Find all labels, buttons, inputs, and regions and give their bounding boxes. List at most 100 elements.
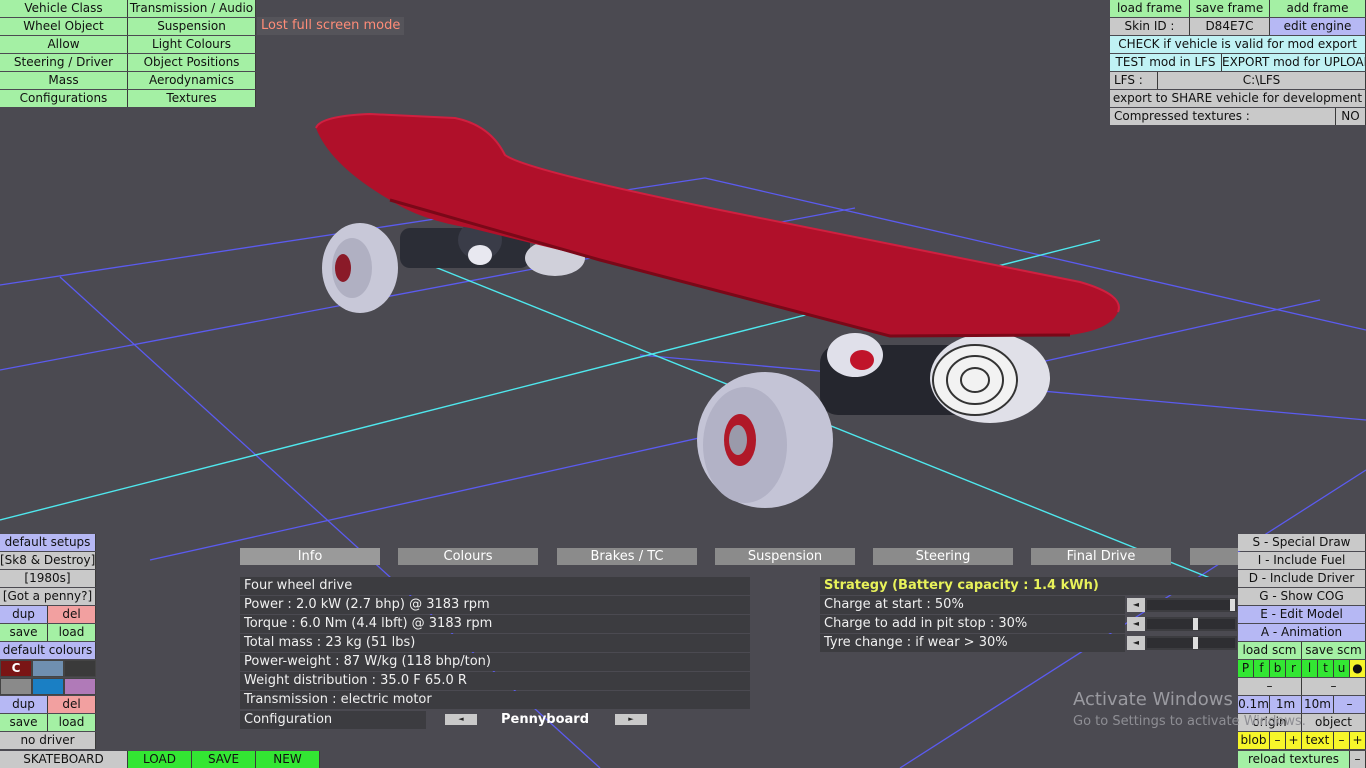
charge-at-start-slider[interactable]: ◄: [1127, 598, 1237, 612]
setup-del-button[interactable]: del: [48, 606, 96, 623]
view-b-toggle[interactable]: b: [1270, 660, 1286, 677]
object-button[interactable]: object: [1302, 714, 1366, 731]
reload-minus-button[interactable]: –: [1350, 751, 1366, 768]
setup-1980s[interactable]: [1980s]: [0, 570, 96, 587]
menu-allow[interactable]: Allow: [0, 36, 128, 53]
view-p-toggle[interactable]: P: [1238, 660, 1254, 677]
config-next-button[interactable]: ►: [615, 714, 647, 725]
menu-textures[interactable]: Textures: [128, 90, 256, 107]
menu-aerodynamics[interactable]: Aerodynamics: [128, 72, 256, 89]
slider-left-arrow[interactable]: ◄: [1127, 617, 1145, 631]
colour-swatch[interactable]: [32, 660, 64, 677]
load-vehicle-button[interactable]: LOAD: [128, 751, 192, 768]
export-mod-button[interactable]: EXPORT mod for UPLOAD: [1222, 54, 1366, 71]
slider-track[interactable]: [1147, 600, 1235, 610]
new-vehicle-button[interactable]: NEW: [256, 751, 320, 768]
tab-suspension[interactable]: Suspension: [715, 548, 855, 565]
zoom-minus-left[interactable]: –: [1238, 678, 1302, 695]
vehicle-name-button[interactable]: SKATEBOARD: [0, 751, 128, 768]
view-t-toggle[interactable]: t: [1318, 660, 1334, 677]
colour-swatch[interactable]: [32, 678, 64, 695]
default-colours-button[interactable]: default colours: [0, 642, 96, 659]
include-fuel-toggle[interactable]: I - Include Fuel: [1238, 552, 1366, 569]
save-frame-button[interactable]: save frame: [1190, 0, 1270, 17]
tab-colours[interactable]: Colours: [398, 548, 538, 565]
colour-swatch[interactable]: [64, 678, 96, 695]
colour-swatch[interactable]: [64, 660, 96, 677]
menu-object-positions[interactable]: Object Positions: [128, 54, 256, 71]
compressed-textures-toggle[interactable]: NO: [1336, 108, 1366, 125]
pit-charge-slider[interactable]: ◄: [1127, 617, 1237, 631]
zoom-minus-right[interactable]: –: [1302, 678, 1366, 695]
reload-textures-button[interactable]: reload textures: [1238, 751, 1350, 768]
test-mod-button[interactable]: TEST mod in LFS: [1110, 54, 1222, 71]
step-0-1m-button[interactable]: 0.1m: [1238, 696, 1270, 713]
menu-suspension[interactable]: Suspension: [128, 18, 256, 35]
special-draw-toggle[interactable]: S - Special Draw: [1238, 534, 1366, 551]
tab-final-drive[interactable]: Final Drive: [1031, 548, 1171, 565]
no-driver-button[interactable]: no driver: [0, 732, 96, 749]
include-driver-toggle[interactable]: D - Include Driver: [1238, 570, 1366, 587]
slider-track[interactable]: [1147, 638, 1235, 648]
view-r-toggle[interactable]: r: [1286, 660, 1302, 677]
view-u-toggle[interactable]: u: [1334, 660, 1350, 677]
text-minus-button[interactable]: –: [1334, 732, 1350, 749]
pit-charge-label: Charge to add in pit stop : 30%: [820, 615, 1125, 633]
menu-mass[interactable]: Mass: [0, 72, 128, 89]
text-plus-button[interactable]: +: [1350, 732, 1366, 749]
check-valid-button[interactable]: CHECK if vehicle is valid for mod export: [1110, 36, 1366, 53]
tab-more[interactable]: [1190, 548, 1238, 565]
tyre-change-slider[interactable]: ◄: [1127, 636, 1237, 650]
tab-brakes-tc[interactable]: Brakes / TC: [557, 548, 697, 565]
colour-dup-button[interactable]: dup: [0, 696, 48, 713]
config-prev-button[interactable]: ◄: [445, 714, 477, 725]
save-scm-button[interactable]: save scm: [1302, 642, 1366, 659]
menu-light-colours[interactable]: Light Colours: [128, 36, 256, 53]
menu-steering-driver[interactable]: Steering / Driver: [0, 54, 128, 71]
view-f-toggle[interactable]: f: [1254, 660, 1270, 677]
skin-id-value[interactable]: D84E7C: [1190, 18, 1270, 35]
edit-model-button[interactable]: E - Edit Model: [1238, 606, 1366, 623]
colour-load-button[interactable]: load: [48, 714, 96, 731]
slider-left-arrow[interactable]: ◄: [1127, 598, 1145, 612]
show-cog-toggle[interactable]: G - Show COG: [1238, 588, 1366, 605]
menu-transmission-audio[interactable]: Transmission / Audio: [128, 0, 256, 17]
view-dot-toggle[interactable]: ●: [1350, 660, 1366, 677]
slider-knob[interactable]: [1192, 637, 1198, 649]
animation-button[interactable]: A - Animation: [1238, 624, 1366, 641]
blob-plus-button[interactable]: +: [1286, 732, 1302, 749]
view-l-toggle[interactable]: l: [1302, 660, 1318, 677]
slider-left-arrow[interactable]: ◄: [1127, 636, 1145, 650]
step-10m-button[interactable]: 10m: [1302, 696, 1334, 713]
setup-sk8-destroy[interactable]: [Sk8 & Destroy]: [0, 552, 96, 569]
export-share-button[interactable]: export to SHARE vehicle for development: [1110, 90, 1366, 107]
colour-save-button[interactable]: save: [0, 714, 48, 731]
step-minus-button[interactable]: –: [1334, 696, 1366, 713]
lfs-path-value[interactable]: C:\LFS: [1158, 72, 1366, 89]
colour-swatch[interactable]: [0, 678, 32, 695]
slider-knob[interactable]: [1230, 599, 1235, 611]
edit-engine-button[interactable]: edit engine: [1270, 18, 1366, 35]
setup-got-a-penny[interactable]: [Got a penny?]: [0, 588, 96, 605]
tab-steering[interactable]: Steering: [873, 548, 1013, 565]
menu-configurations[interactable]: Configurations: [0, 90, 128, 107]
setup-save-button[interactable]: save: [0, 624, 48, 641]
menu-wheel-object[interactable]: Wheel Object: [0, 18, 128, 35]
load-frame-button[interactable]: load frame: [1110, 0, 1190, 17]
step-1m-button[interactable]: 1m: [1270, 696, 1302, 713]
colour-swatch-c[interactable]: C: [0, 660, 32, 677]
default-setups-button[interactable]: default setups: [0, 534, 96, 551]
setup-load-button[interactable]: load: [48, 624, 96, 641]
add-frame-button[interactable]: add frame: [1270, 0, 1366, 17]
text-button[interactable]: text: [1302, 732, 1334, 749]
save-vehicle-button[interactable]: SAVE: [192, 751, 256, 768]
tab-info[interactable]: Info: [240, 548, 380, 565]
setup-dup-button[interactable]: dup: [0, 606, 48, 623]
colour-del-button[interactable]: del: [48, 696, 96, 713]
slider-track[interactable]: [1147, 619, 1235, 629]
load-scm-button[interactable]: load scm: [1238, 642, 1302, 659]
blob-button[interactable]: blob: [1238, 732, 1270, 749]
blob-minus-button[interactable]: –: [1270, 732, 1286, 749]
menu-vehicle-class[interactable]: Vehicle Class: [0, 0, 128, 17]
slider-knob[interactable]: [1192, 618, 1198, 630]
